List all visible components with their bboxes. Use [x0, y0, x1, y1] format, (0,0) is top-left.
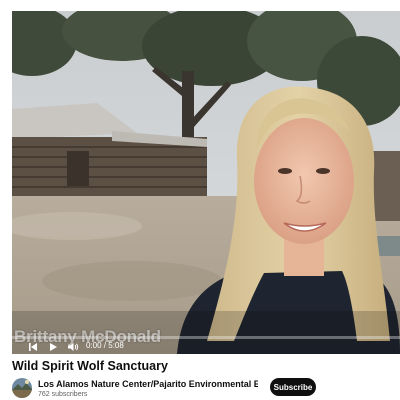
video-title[interactable]: Wild Spirit Wolf Sanctuary: [12, 359, 168, 373]
subscriber-count: 762 subscribers: [38, 391, 88, 398]
skip-previous-icon[interactable]: [26, 340, 40, 354]
play-icon[interactable]: [46, 340, 60, 354]
channel-name[interactable]: Los Alamos Nature Center/Pajarito Enviro…: [38, 379, 258, 389]
time-display: 0:00 / 5:08: [86, 341, 124, 350]
video-frame[interactable]: [12, 11, 400, 354]
subscribe-button[interactable]: Subscribe: [270, 378, 316, 396]
video-player[interactable]: Brittany McDonald 0:00 / 5:08: [12, 11, 400, 354]
channel-avatar[interactable]: [12, 378, 32, 398]
player-controls: 0:00 / 5:08: [12, 340, 400, 354]
progress-bar[interactable]: [12, 336, 400, 339]
volume-icon[interactable]: [66, 340, 80, 354]
